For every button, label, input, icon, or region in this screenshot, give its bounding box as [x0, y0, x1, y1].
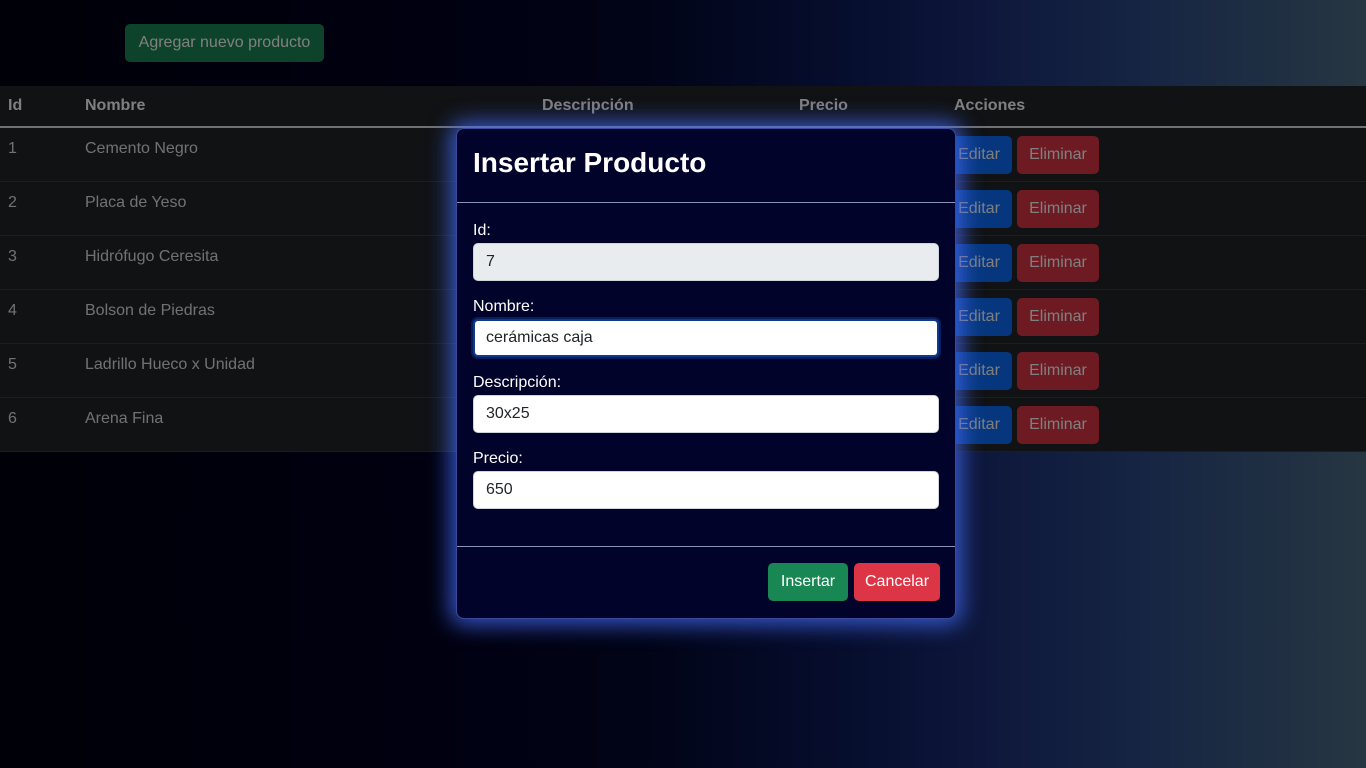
precio-label: Precio:	[473, 450, 523, 467]
insert-button[interactable]: Insertar	[768, 563, 848, 601]
field-id: Id:	[473, 219, 939, 281]
id-label: Id:	[473, 222, 491, 239]
field-precio: Precio:	[473, 447, 939, 509]
precio-input[interactable]	[473, 471, 939, 509]
id-input[interactable]	[473, 243, 939, 281]
field-nombre: Nombre:	[473, 295, 939, 357]
insert-product-modal: Insertar Producto Id: Nombre: Descripció…	[456, 128, 956, 619]
cancel-button[interactable]: Cancelar	[854, 563, 940, 601]
modal-title: Insertar Producto	[473, 147, 707, 178]
field-descripcion: Descripción:	[473, 371, 939, 433]
modal-body: Id: Nombre: Descripción: Precio:	[457, 203, 955, 547]
modal-footer: Insertar Cancelar	[457, 546, 955, 618]
descripcion-label: Descripción:	[473, 374, 562, 391]
nombre-label: Nombre:	[473, 298, 535, 315]
nombre-input[interactable]	[473, 319, 939, 357]
descripcion-input[interactable]	[473, 395, 939, 433]
modal-header: Insertar Producto	[457, 129, 955, 203]
